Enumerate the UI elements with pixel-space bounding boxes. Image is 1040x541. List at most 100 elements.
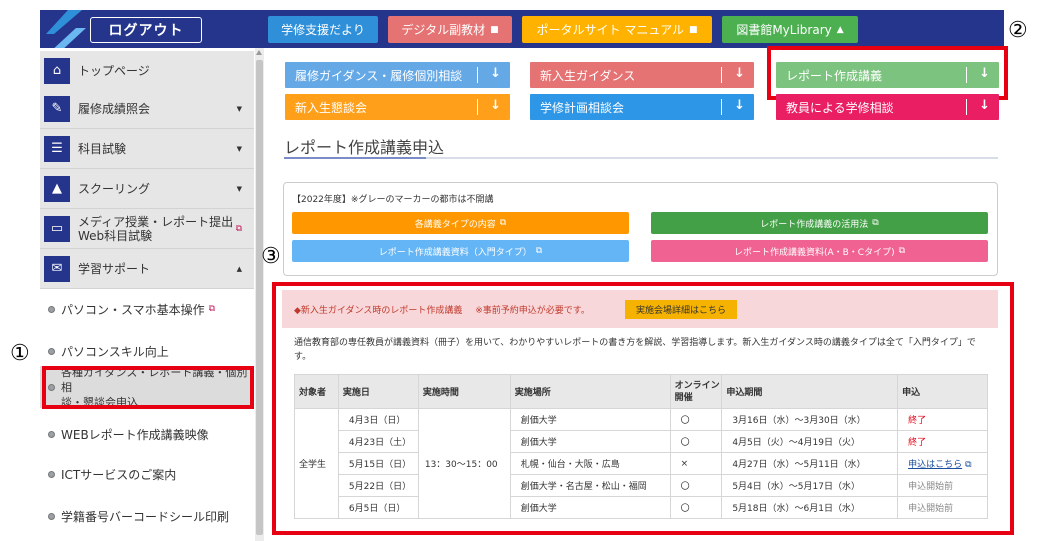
col-header: オンライン開催 xyxy=(669,374,723,409)
sidebar-item-media[interactable]: ▭ メディア授業・レポート提出 Web科目試験 ⧉ xyxy=(40,209,254,249)
sidebar-item-support[interactable]: ✉ 学習サポート ▲ xyxy=(40,249,254,289)
place-cell: 創価大学・名古屋・松山・福岡 xyxy=(509,474,671,497)
page-title: レポート作成講義申込 xyxy=(284,138,445,157)
apply-status: 終了 xyxy=(897,408,988,431)
tile-separator xyxy=(477,99,478,115)
place-cell: 札幌・仙台・大阪・広島 xyxy=(509,452,671,475)
subitem-pc-skills[interactable]: パソコンスキル向上 xyxy=(40,340,254,362)
guidance-header-text: ◆新入生ガイダンス時のレポート作成講義 ※事前予約申込が必要です。 xyxy=(294,303,590,316)
arrow-down-icon: ↓ xyxy=(490,66,501,81)
digital-material-button[interactable]: デジタル副教材 ■ xyxy=(388,16,512,43)
table-row: 4月23日（土） 創価大学 〇 4月5日（火）～4月19日（火） 終了 xyxy=(295,430,988,453)
logout-button[interactable]: ログアウト xyxy=(90,17,202,43)
place-cell: 創価大学 xyxy=(509,408,671,431)
scroll-up-icon[interactable] xyxy=(256,50,262,55)
arrow-down-icon: ↓ xyxy=(734,98,745,113)
document-icon: ☰ xyxy=(44,135,70,162)
subitem-ict-services[interactable]: ICTサービスのご案内 xyxy=(40,463,254,485)
caret-up-icon: ▲ xyxy=(236,264,242,273)
col-header: 実施時間 xyxy=(417,374,511,409)
external-link-icon: ⧉ xyxy=(499,218,507,228)
sidebar-item-schooling[interactable]: ▲ スクーリング ▼ xyxy=(40,169,254,209)
subitem-label: パソコンスキル向上 xyxy=(61,344,169,359)
subitem-web-report-video[interactable]: WEBレポート作成講義映像 xyxy=(40,423,254,445)
tile-report-lecture[interactable]: レポート作成講義 ↓ xyxy=(776,62,999,88)
col-header: 対象者 xyxy=(294,374,339,409)
button-label: レポート作成講義の活用法 xyxy=(760,219,869,230)
sidebar-item-label: スクーリング xyxy=(78,182,151,196)
intro-materials-button[interactable]: レポート作成講義資料（入門タイプ） ⧉ xyxy=(292,240,629,262)
tile-course-guidance[interactable]: 履修ガイダンス・履修個別相談 ↓ xyxy=(285,62,510,88)
online-cell: 〇 xyxy=(669,496,723,519)
portal-manual-button[interactable]: ポータルサイト マニュアル ■ xyxy=(522,16,712,43)
sidebar-item-top-page[interactable]: ⌂ トップページ xyxy=(40,51,254,91)
place-cell: 創価大学 xyxy=(509,430,671,453)
info-note: 【2022年度】※グレーのマーカーの都市は不開講 xyxy=(292,195,494,205)
period-cell: 3月16日（水）～3月30日（水） xyxy=(721,408,899,431)
subitem-barcode-print[interactable]: 学籍番号バーコードシール印刷 xyxy=(40,505,254,527)
col-header: 実施日 xyxy=(337,374,419,409)
col-header: 申込 xyxy=(897,374,988,409)
sidebar-item-grades[interactable]: ✎ 履修成績照会 ▼ xyxy=(40,89,254,129)
date-cell: 6月5日（日） xyxy=(337,496,419,519)
date-cell: 4月23日（土） xyxy=(337,430,419,453)
book-icon: ■ xyxy=(688,24,698,35)
arrow-down-icon: ↓ xyxy=(979,98,990,113)
external-link-icon: ⧉ xyxy=(872,218,879,228)
university-logo[interactable] xyxy=(46,10,86,52)
tile-freshman-meeting[interactable]: 新入生懇談会 ↓ xyxy=(285,94,510,120)
tile-faculty-consult[interactable]: 教員による学修相談 ↓ xyxy=(776,94,999,120)
title-underline-accent xyxy=(284,157,426,159)
highlight-box-1 xyxy=(42,366,254,409)
tile-study-plan[interactable]: 学修計画相談会 ↓ xyxy=(530,94,754,120)
book-icon: ■ xyxy=(490,24,499,35)
annotation-marker-3: ③ xyxy=(261,244,281,269)
subitem-label: パソコン・スマホ基本操作 xyxy=(61,302,205,317)
newsletter-button[interactable]: 学修支援だより xyxy=(268,16,378,43)
lecture-usage-button[interactable]: レポート作成講義の活用法 ⧉ xyxy=(651,212,988,234)
place-cell: 創価大学 xyxy=(509,496,671,519)
sidebar-item-label-group: メディア授業・レポート提出 Web科目試験 xyxy=(78,215,233,243)
button-label: レポート作成講義資料（入門タイプ） xyxy=(378,247,532,258)
arrow-down-icon: ↓ xyxy=(490,98,501,113)
button-label: レポート作成講義資料(A・B・Cタイプ) xyxy=(733,247,895,258)
table-row: 5月22日（日） 創価大学・名古屋・松山・福岡 〇 5月4日（水）～5月17日（… xyxy=(295,474,988,497)
date-cell: 5月22日（日） xyxy=(337,474,419,497)
caret-down-icon: ▼ xyxy=(236,104,242,113)
scrollbar-thumb[interactable] xyxy=(256,60,263,535)
venue-details-button[interactable]: 実施会場詳細はこちら xyxy=(625,300,737,319)
col-header: 申込期間 xyxy=(721,374,899,409)
apply-status: 終了 xyxy=(897,430,988,453)
period-cell: 4月27日（水）～5月11日（水） xyxy=(721,452,899,475)
tile-separator xyxy=(966,67,967,83)
bullet-icon xyxy=(48,305,55,313)
tile-freshman-guidance[interactable]: 新入生ガイダンス ↓ xyxy=(530,62,754,88)
mylibrary-button[interactable]: 図書館MyLibrary ▲ xyxy=(722,16,858,43)
external-link-icon: ⧉ xyxy=(898,246,906,256)
sidebar-item-label: 学習サポート xyxy=(78,262,151,276)
annotation-marker-1: ① xyxy=(10,341,30,366)
tile-label: 履修ガイダンス・履修個別相談 xyxy=(295,68,463,83)
mylibrary-label: 図書館MyLibrary xyxy=(736,23,832,37)
library-icon: ▲ xyxy=(836,24,844,35)
guidance-title: ◆新入生ガイダンス時のレポート作成講義 xyxy=(294,306,463,316)
tile-separator xyxy=(721,67,722,83)
home-icon: ⌂ xyxy=(44,57,70,84)
sidebar-scrollbar[interactable] xyxy=(255,48,264,541)
external-link-icon: ⧉ xyxy=(965,460,972,470)
digital-material-label: デジタル副教材 xyxy=(401,23,486,37)
sidebar-item-label: 科目試験 xyxy=(78,142,127,156)
subitem-label: ICTサービスのご案内 xyxy=(61,467,177,482)
subitem-pc-basics[interactable]: パソコン・スマホ基本操作 ⧉ xyxy=(40,298,254,320)
sidebar-item-exams[interactable]: ☰ 科目試験 ▼ xyxy=(40,129,254,169)
subitem-label: 学籍番号バーコードシール印刷 xyxy=(61,509,230,524)
annotation-marker-2: ② xyxy=(1008,18,1028,43)
external-window-icon: ⧉ xyxy=(208,304,216,314)
lecture-types-button[interactable]: 各講義タイプの内容 ⧉ xyxy=(292,212,629,234)
arrow-down-icon: ↓ xyxy=(979,66,990,81)
newsletter-label: 学修支援だより xyxy=(281,23,365,37)
period-cell: 5月18日（水）～6月1日（水） xyxy=(721,496,899,519)
apply-link[interactable]: 申込はこちら xyxy=(908,460,962,470)
abc-materials-button[interactable]: レポート作成講義資料(A・B・Cタイプ) ⧉ xyxy=(651,240,988,262)
table-row: 全学生 4月3日（日） 13：30～15：00 創価大学 〇 3月16日（水）～… xyxy=(294,408,988,519)
